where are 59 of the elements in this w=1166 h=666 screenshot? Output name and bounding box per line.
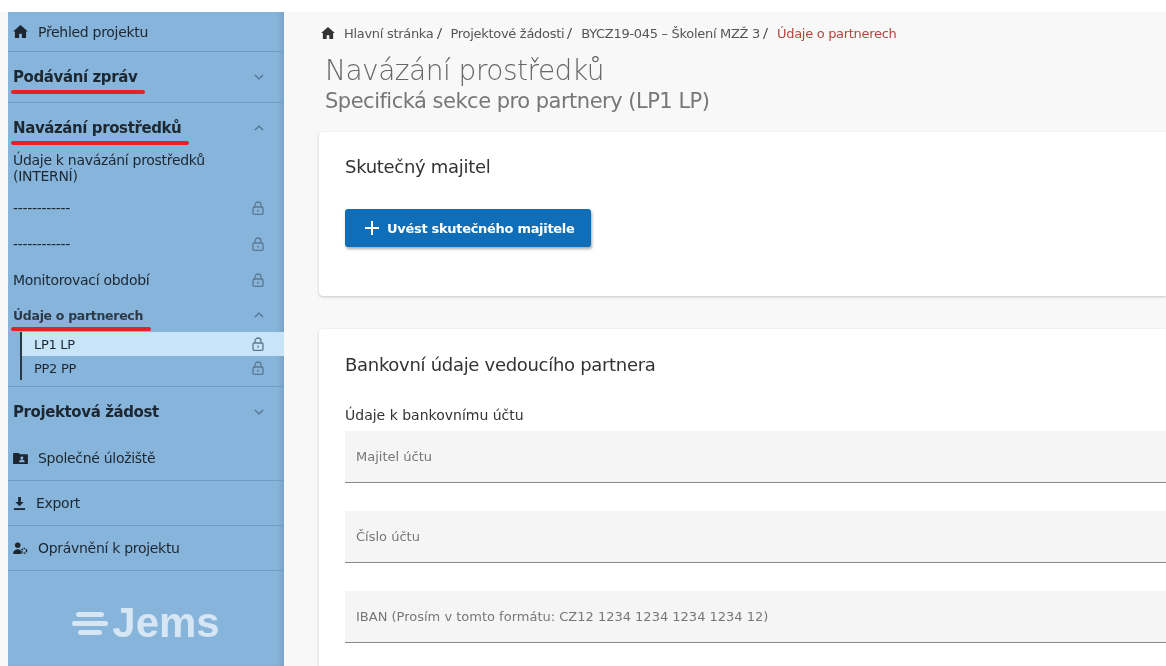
menu-section[interactable]: Navázání prostředků [8, 102, 284, 152]
home-icon [13, 25, 28, 38]
menu-item[interactable]: Oprávnění k projektu [8, 526, 284, 571]
menu-label: Monitorovací období [13, 272, 150, 288]
menu-item[interactable]: Společné úložiště [8, 436, 284, 481]
lock-icon [252, 273, 264, 287]
menu-item[interactable]: LP1 LP [22, 332, 284, 356]
menu-item[interactable]: ------------ [8, 226, 284, 262]
menu-item[interactable]: PP2 PP [22, 356, 284, 380]
home-icon[interactable] [321, 27, 335, 39]
menu-label: Projektová žádost [13, 402, 159, 421]
menu-label: Údaje o partnerech [13, 307, 144, 323]
user-gear-icon [13, 542, 28, 554]
plus-icon [365, 221, 379, 235]
menu-group[interactable]: Údaje o partnerech [8, 298, 284, 332]
breadcrumb-link[interactable]: Projektové žádosti [450, 25, 565, 41]
lock-icon [252, 201, 264, 215]
input-field[interactable]: Číslo účtu [345, 511, 1166, 563]
menu-item[interactable]: Přehled projektu [8, 12, 284, 52]
menu-item[interactable]: Export [8, 481, 284, 526]
chevron-down-icon [254, 408, 264, 415]
download-icon [13, 496, 26, 510]
lock-icon [252, 361, 264, 375]
menu-label: Navázání prostředků [13, 118, 182, 137]
input-field[interactable]: IBAN (Prosím v tomto formátu: CZ12 1234 1234 1234 1234 12) [345, 591, 1166, 643]
menu-label: Přehled projektu [38, 23, 149, 40]
chevron-up-icon [254, 124, 264, 131]
lock-icon [252, 237, 264, 251]
section-label: Údaje k bankovnímu účtu [345, 407, 525, 423]
menu-label: Podávání zpráv [13, 68, 138, 86]
folder-icon [13, 452, 28, 464]
page-title: Navázání prostředků [325, 54, 605, 87]
card-title: Skutečný majitel [345, 156, 492, 177]
logo-text: Jems [112, 599, 220, 647]
menu-label: Oprávnění k projektu [38, 540, 180, 556]
chevron-down-icon [254, 74, 264, 80]
breadcrumb-separator [436, 27, 442, 39]
menu-section[interactable]: Projektová žádost [8, 386, 284, 436]
breadcrumb-separator [567, 27, 573, 39]
menu-label: ------------ [13, 200, 71, 216]
lock-icon [252, 337, 264, 351]
menu-label: Společné úložiště [38, 450, 156, 466]
menu-section[interactable]: Podávání zpráv [8, 52, 284, 102]
menu-label: PP2 PP [34, 360, 76, 376]
breadcrumb-link[interactable]: BYCZ19-045 – Školení MZŽ 3 [581, 25, 760, 41]
add-owner-button[interactable]: Uvést skutečného majitele [345, 209, 591, 247]
breadcrumb-link[interactable]: Údaje o partnerech [777, 25, 897, 41]
card-title: Bankovní údaje vedoucího partnera [345, 354, 657, 375]
menu-label: Údaje k navázání prostředků (INTERNÍ) [13, 152, 206, 184]
menu-item[interactable]: Monitorovací období [8, 262, 284, 298]
chevron-up-icon [254, 312, 264, 318]
menu-label: Export [36, 495, 81, 511]
breadcrumb-separator [763, 27, 768, 39]
menu-item[interactable]: ------------ [8, 190, 284, 226]
breadcrumb-link[interactable]: Hlavní stránka [344, 25, 434, 41]
input-field[interactable]: Majitel účtu [345, 431, 1166, 483]
menu-label: ------------ [13, 236, 71, 252]
page-subtitle: Specifická sekce pro partnery (LP1 LP) [325, 89, 711, 113]
menu-label: LP1 LP [34, 336, 75, 352]
